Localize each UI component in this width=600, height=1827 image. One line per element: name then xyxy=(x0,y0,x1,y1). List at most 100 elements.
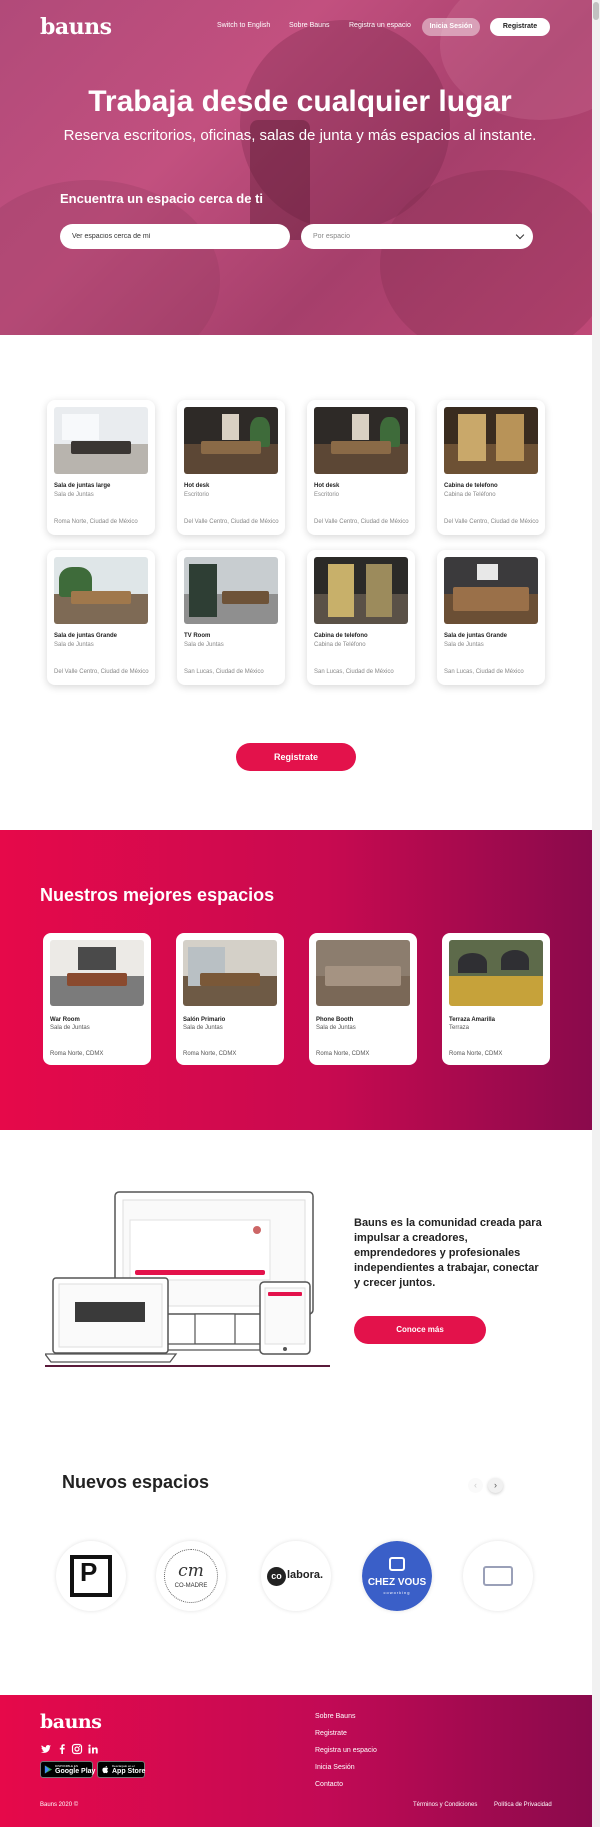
hero-subtitle: Reserva escritorios, oficinas, salas de … xyxy=(63,127,537,144)
footer-link-signup[interactable]: Registrate xyxy=(315,1730,347,1737)
best-space-photo xyxy=(449,940,543,1006)
best-space-title: Salón Primario xyxy=(183,1017,226,1023)
best-space-location: Roma Norte, CDMX xyxy=(316,1051,370,1057)
brand-logo-p[interactable]: P xyxy=(56,1541,126,1611)
register-space-link[interactable]: Registra un espacio xyxy=(349,22,411,29)
listing-card[interactable]: Hot desk Escritorio Del Valle Centro, Ci… xyxy=(307,400,415,535)
best-space-card[interactable]: War Room Sala de Juntas Roma Norte, CDMX xyxy=(43,933,151,1065)
instagram-icon[interactable] xyxy=(71,1743,83,1755)
best-space-title: Phone Booth xyxy=(316,1017,354,1023)
listing-card[interactable]: Sala de juntas Grande Sala de Juntas Del… xyxy=(47,550,155,685)
scrollbar-thumb[interactable] xyxy=(593,2,599,20)
listing-photo xyxy=(54,557,148,624)
hero-section: bauns Switch to English Sobre Bauns Regi… xyxy=(0,0,600,335)
search-input[interactable] xyxy=(60,224,290,249)
best-space-type: Sala de Juntas xyxy=(183,1025,223,1031)
listing-type: Sala de Juntas xyxy=(54,492,94,498)
chez-vous-name: CHEZ VOUS xyxy=(367,1577,427,1588)
listing-type: Cabina de Teléfono xyxy=(444,492,496,498)
listing-photo xyxy=(184,407,278,474)
footer-bauns-logo[interactable]: bauns xyxy=(40,1711,102,1733)
about-text: Bauns es la comunidad creada para impuls… xyxy=(354,1217,542,1289)
register-cta-button[interactable]: Registrate xyxy=(236,743,356,771)
listing-location: San Lucas, Ciudad de México xyxy=(314,669,394,675)
listing-location: Del Valle Centro, Ciudad de México xyxy=(54,669,149,675)
listing-title: Cabina de telefono xyxy=(444,483,498,489)
learn-more-button[interactable]: Conoce más xyxy=(354,1316,486,1344)
brand-logo-colabora[interactable]: co labora. xyxy=(261,1541,331,1611)
terms-link[interactable]: Términos y Condiciones xyxy=(413,1802,477,1808)
colabora-mark: co xyxy=(267,1567,286,1586)
chevron-down-icon xyxy=(515,230,525,240)
footer-link-contact[interactable]: Contacto xyxy=(315,1781,343,1788)
carousel-next-button[interactable]: › xyxy=(488,1478,503,1493)
linkedin-icon[interactable] xyxy=(87,1743,99,1755)
best-space-type: Sala de Juntas xyxy=(50,1025,90,1031)
brand-logo-partial[interactable] xyxy=(463,1541,533,1611)
listing-type: Escritorio xyxy=(314,492,340,498)
switch-language-link[interactable]: Switch to English xyxy=(217,22,270,29)
footer-link-login[interactable]: Inicia Sesión xyxy=(315,1764,355,1771)
google-play-icon xyxy=(44,1765,53,1774)
footer-link-register-space[interactable]: Registra un espacio xyxy=(315,1747,377,1754)
listing-photo xyxy=(444,557,538,624)
best-space-photo xyxy=(316,940,410,1006)
listing-title: Hot desk xyxy=(314,483,340,489)
privacy-link[interactable]: Política de Privacidad xyxy=(494,1802,552,1808)
best-space-card[interactable]: Phone Booth Sala de Juntas Roma Norte, C… xyxy=(309,933,417,1065)
listing-card[interactable]: Cabina de telefono Cabina de Teléfono Sa… xyxy=(307,550,415,685)
top-navigation: Switch to English Sobre Bauns Registra u… xyxy=(200,18,560,38)
chevron-left-icon: ‹ xyxy=(474,1480,477,1490)
best-space-location: Roma Norte, CDMX xyxy=(50,1051,104,1057)
brand-logo-comadre[interactable]: cm CO-MADRE xyxy=(156,1541,226,1611)
listing-title: Sala de juntas Grande xyxy=(444,633,508,639)
listing-type: Escritorio xyxy=(184,492,210,498)
footer: bauns DISPONIBLE EN Google Play Descárga… xyxy=(0,1695,592,1827)
brand-logo-chez-vous[interactable]: CHEZ VOUS coworking xyxy=(362,1541,432,1611)
listing-title: Cabina de telefono xyxy=(314,633,368,639)
best-space-card[interactable]: Terraza Amarilla Terraza Roma Norte, CDM… xyxy=(442,933,550,1065)
page-scrollbar[interactable] xyxy=(592,0,600,1827)
bauns-logo[interactable]: bauns xyxy=(40,14,112,40)
login-button[interactable]: Inicia Sesión xyxy=(422,18,480,36)
best-space-location: Roma Norte, CDMX xyxy=(449,1051,503,1057)
about-link[interactable]: Sobre Bauns xyxy=(289,22,329,29)
listing-location: Roma Norte, Ciudad de México xyxy=(54,519,138,525)
signup-button[interactable]: Registrate xyxy=(490,18,550,36)
listing-location: Del Valle Centro, Ciudad de México xyxy=(444,519,539,525)
listing-photo xyxy=(444,407,538,474)
listing-title: Hot desk xyxy=(184,483,210,489)
best-space-title: Terraza Amarilla xyxy=(449,1017,496,1023)
carousel-prev-button[interactable]: ‹ xyxy=(468,1478,483,1493)
app-store-badge[interactable]: Descárgalo en el App Store xyxy=(97,1761,145,1778)
comadre-name: CO-MADRE xyxy=(174,1583,208,1589)
twitter-icon[interactable] xyxy=(40,1743,52,1755)
listing-card[interactable]: Sala de juntas large Sala de Juntas Roma… xyxy=(47,400,155,535)
facebook-icon[interactable] xyxy=(56,1743,68,1755)
hero-title: Trabaja desde cualquier lugar xyxy=(88,85,512,118)
listing-title: Sala de juntas Grande xyxy=(54,633,118,639)
listing-card[interactable]: Cabina de telefono Cabina de Teléfono De… xyxy=(437,400,545,535)
box-icon xyxy=(483,1566,513,1586)
listing-location: Del Valle Centro, Ciudad de México xyxy=(184,519,279,525)
best-space-location: Roma Norte, CDMX xyxy=(183,1051,237,1057)
listing-location: San Lucas, Ciudad de México xyxy=(184,669,264,675)
house-icon xyxy=(389,1557,405,1571)
chez-vous-subtitle: coworking xyxy=(383,1590,411,1595)
google-play-label: Google Play xyxy=(55,1768,96,1775)
listing-card[interactable]: Sala de juntas Grande Sala de Juntas San… xyxy=(437,550,545,685)
chevron-right-icon: › xyxy=(494,1480,497,1490)
listing-card[interactable]: TV Room Sala de Juntas San Lucas, Ciudad… xyxy=(177,550,285,685)
space-type-select[interactable]: Por espacio xyxy=(301,224,533,249)
listing-location: Del Valle Centro, Ciudad de México xyxy=(314,519,409,525)
google-play-badge[interactable]: DISPONIBLE EN Google Play xyxy=(40,1761,96,1778)
best-spaces-title: Nuestros mejores espacios xyxy=(40,885,275,905)
footer-link-about[interactable]: Sobre Bauns xyxy=(315,1713,355,1720)
p-logo-letter: P xyxy=(80,1557,98,1587)
app-store-label: App Store xyxy=(112,1768,146,1775)
listing-type: Sala de Juntas xyxy=(444,642,484,648)
copyright-text: Bauns 2020 © xyxy=(40,1802,79,1808)
colabora-name: labora. xyxy=(287,1569,324,1581)
best-space-card[interactable]: Salón Primario Sala de Juntas Roma Norte… xyxy=(176,933,284,1065)
listing-card[interactable]: Hot desk Escritorio Del Valle Centro, Ci… xyxy=(177,400,285,535)
